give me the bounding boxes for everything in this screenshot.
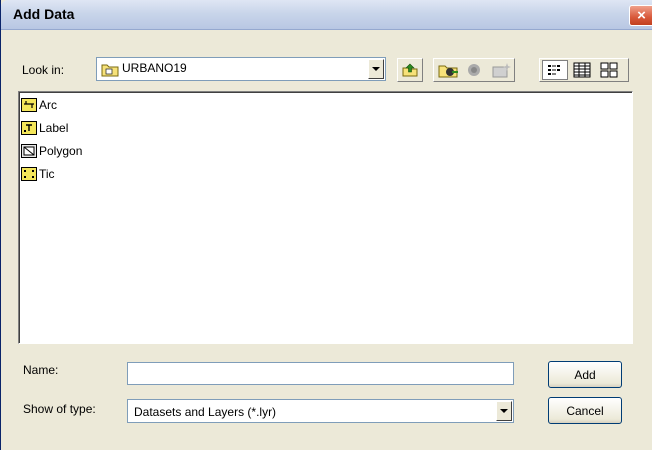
- new-folder-icon[interactable]: [490, 62, 512, 81]
- add-button[interactable]: Add: [548, 361, 622, 388]
- look-in-label: Look in:: [22, 63, 65, 77]
- file-name: Tic: [39, 167, 55, 181]
- name-input[interactable]: [127, 362, 514, 385]
- file-type-dropdown[interactable]: Datasets and Layers (*.lyr): [127, 399, 514, 423]
- name-label: Name:: [23, 363, 59, 377]
- chevron-down-icon: [372, 67, 380, 71]
- list-item-tic[interactable]: Tic: [21, 165, 55, 183]
- folder-icon: [101, 62, 119, 80]
- disconnect-folder-icon[interactable]: [464, 62, 486, 81]
- file-type-dropdown-arrow[interactable]: [496, 401, 512, 421]
- label-coverage-icon: [21, 121, 37, 135]
- thumbnails-view-icon[interactable]: [600, 62, 618, 81]
- list-view-icon[interactable]: [542, 60, 568, 80]
- add-data-dialog: Add Data × Look in: URBANO19 Arc Label P…: [0, 0, 652, 450]
- file-list[interactable]: Arc Label Polygon Tic: [18, 91, 633, 344]
- connection-button-group: [433, 58, 515, 82]
- title-bar[interactable]: Add Data ×: [1, 0, 652, 30]
- show-of-type-label: Show of type:: [23, 402, 96, 416]
- close-button[interactable]: ×: [629, 5, 652, 26]
- list-item-label[interactable]: Label: [21, 119, 68, 137]
- tic-coverage-icon: [21, 167, 37, 181]
- polygon-coverage-icon: [21, 144, 37, 158]
- list-item-polygon[interactable]: Polygon: [21, 142, 82, 160]
- dialog-title: Add Data: [13, 6, 75, 22]
- list-item-arc[interactable]: Arc: [21, 96, 57, 114]
- chevron-down-icon: [500, 409, 508, 413]
- up-one-level-button[interactable]: [397, 58, 423, 82]
- file-name: Label: [39, 121, 69, 135]
- cancel-button[interactable]: Cancel: [548, 397, 622, 424]
- file-name: Arc: [39, 98, 57, 112]
- file-type-value: Datasets and Layers (*.lyr): [134, 405, 277, 419]
- up-folder-icon: [402, 63, 418, 77]
- arc-coverage-icon: [21, 98, 37, 112]
- close-icon: ×: [637, 7, 646, 24]
- view-button-group: [539, 58, 629, 82]
- look-in-dropdown[interactable]: URBANO19: [96, 57, 386, 81]
- details-view-icon[interactable]: [573, 62, 591, 81]
- file-name: Polygon: [39, 144, 83, 158]
- look-in-value: URBANO19: [122, 61, 187, 75]
- look-in-dropdown-arrow[interactable]: [368, 59, 384, 79]
- connect-folder-icon[interactable]: [438, 62, 460, 81]
